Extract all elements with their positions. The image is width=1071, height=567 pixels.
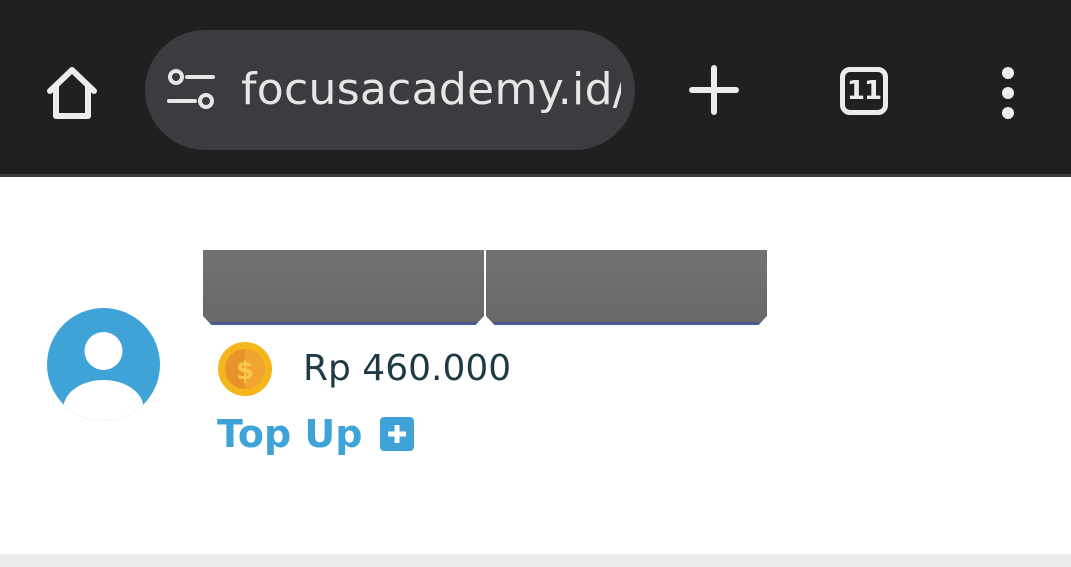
redacted-block — [203, 250, 484, 325]
more-vert-icon — [1002, 67, 1014, 119]
url-text[interactable]: focusacademy.id/ — [241, 30, 621, 150]
browser-toolbar: focusacademy.id/ 11 — [0, 0, 1071, 174]
page-content: $ Rp 460.000 Top Up — [0, 177, 1071, 554]
tab-switcher-button[interactable]: 11 — [834, 62, 894, 120]
menu-button[interactable] — [984, 60, 1032, 126]
content-bottom-edge — [0, 554, 1071, 567]
plus-square-icon[interactable] — [380, 417, 414, 451]
tab-count: 11 — [846, 76, 882, 106]
balance-amount: Rp 460.000 — [303, 348, 512, 389]
home-button[interactable] — [36, 56, 108, 128]
topup-link[interactable]: Top Up — [217, 407, 362, 461]
tune-icon[interactable] — [167, 68, 215, 112]
user-avatar-icon — [47, 308, 160, 421]
new-tab-button[interactable] — [680, 56, 748, 124]
redacted-username — [203, 250, 768, 325]
tab-switcher-icon: 11 — [840, 67, 888, 115]
plus-icon — [689, 65, 739, 115]
home-icon — [47, 67, 97, 119]
redacted-block — [486, 250, 767, 325]
address-bar[interactable]: focusacademy.id/ — [145, 30, 635, 150]
svg-text:$: $ — [236, 356, 254, 386]
coin-dollar-icon: $ — [218, 342, 272, 396]
